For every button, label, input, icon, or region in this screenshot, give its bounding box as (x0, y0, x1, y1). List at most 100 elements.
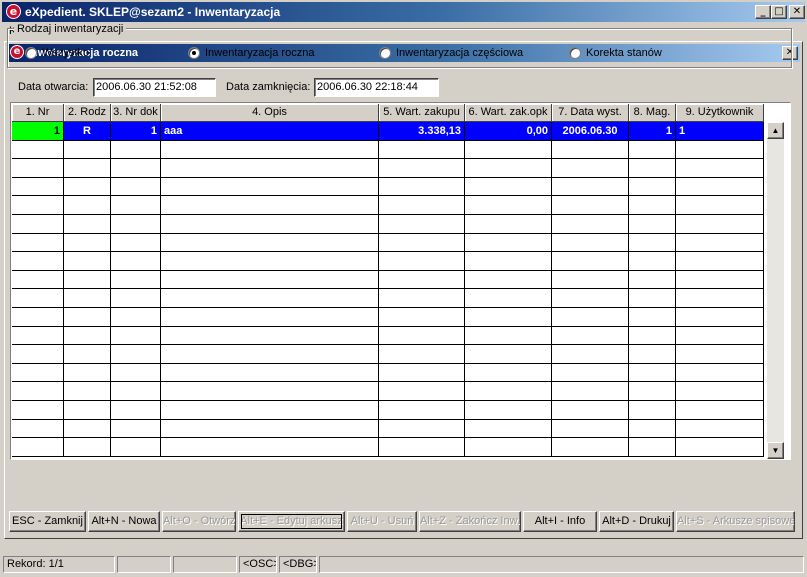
empty-cell[interactable] (111, 327, 161, 345)
vertical-scrollbar[interactable]: ▲ ▼ (767, 122, 784, 459)
empty-cell[interactable] (676, 215, 764, 234)
empty-cell[interactable] (64, 345, 111, 364)
empty-cell[interactable] (629, 420, 676, 438)
empty-cell[interactable] (676, 308, 764, 327)
empty-cell[interactable] (676, 420, 764, 438)
empty-cell[interactable] (629, 308, 676, 327)
empty-cell[interactable] (12, 289, 64, 308)
empty-cell[interactable] (12, 364, 64, 382)
empty-cell[interactable] (12, 401, 64, 420)
empty-cell[interactable] (676, 141, 764, 159)
empty-cell[interactable] (161, 382, 379, 401)
empty-cell[interactable] (64, 420, 111, 438)
empty-cell[interactable] (629, 289, 676, 308)
empty-cell[interactable] (161, 178, 379, 196)
column-header[interactable]: 2. Rodz (64, 104, 111, 122)
empty-cell[interactable] (111, 178, 161, 196)
empty-cell[interactable] (161, 252, 379, 271)
empty-cell[interactable] (629, 159, 676, 178)
empty-cell[interactable] (465, 271, 552, 289)
maximize-button[interactable]: □ (771, 5, 787, 19)
empty-cell[interactable] (552, 289, 629, 308)
empty-cell[interactable] (379, 382, 465, 401)
empty-cell[interactable] (12, 159, 64, 178)
empty-cell[interactable] (552, 234, 629, 252)
empty-cell[interactable] (465, 196, 552, 215)
close-date-field[interactable]: 2006.06.30 22:18:44 (314, 78, 439, 97)
empty-cell[interactable] (111, 141, 161, 159)
empty-cell[interactable] (111, 289, 161, 308)
table-cell[interactable]: 1 (676, 122, 764, 141)
empty-cell[interactable] (676, 289, 764, 308)
empty-cell[interactable] (161, 141, 379, 159)
empty-cell[interactable] (379, 345, 465, 364)
empty-cell[interactable] (161, 420, 379, 438)
empty-cell[interactable] (64, 252, 111, 271)
empty-cell[interactable] (64, 289, 111, 308)
function-button-5[interactable]: Alt+U - Usuń (347, 511, 417, 532)
empty-cell[interactable] (465, 289, 552, 308)
empty-cell[interactable] (12, 215, 64, 234)
empty-cell[interactable] (552, 271, 629, 289)
empty-cell[interactable] (64, 215, 111, 234)
empty-cell[interactable] (465, 308, 552, 327)
table-cell[interactable]: R (64, 122, 111, 141)
table-cell[interactable]: 1 (12, 122, 64, 141)
empty-cell[interactable] (64, 159, 111, 178)
empty-cell[interactable] (379, 234, 465, 252)
empty-cell[interactable] (111, 401, 161, 420)
table-cell[interactable]: 3.338,13 (379, 122, 465, 141)
empty-cell[interactable] (552, 215, 629, 234)
empty-cell[interactable] (111, 345, 161, 364)
empty-cell[interactable] (64, 327, 111, 345)
empty-cell[interactable] (161, 364, 379, 382)
window-titlebar[interactable]: e eXpedient. SKLEP@sezam2 - Inwentaryzac… (2, 2, 805, 22)
empty-cell[interactable] (379, 289, 465, 308)
empty-cell[interactable] (629, 178, 676, 196)
empty-cell[interactable] (629, 327, 676, 345)
empty-cell[interactable] (161, 271, 379, 289)
empty-cell[interactable] (465, 252, 552, 271)
empty-cell[interactable] (552, 401, 629, 420)
empty-cell[interactable] (111, 234, 161, 252)
empty-cell[interactable] (64, 308, 111, 327)
empty-cell[interactable] (552, 308, 629, 327)
empty-cell[interactable] (379, 159, 465, 178)
empty-cell[interactable] (465, 401, 552, 420)
close-button[interactable]: ✕ (789, 5, 805, 19)
empty-cell[interactable] (12, 141, 64, 159)
empty-cell[interactable] (111, 196, 161, 215)
empty-cell[interactable] (629, 271, 676, 289)
empty-cell[interactable] (629, 141, 676, 159)
function-button-6[interactable]: Alt+Z - Zakończ Inw. (419, 511, 521, 532)
column-header[interactable]: 7. Data wyst. (552, 104, 629, 122)
empty-cell[interactable] (465, 159, 552, 178)
empty-cell[interactable] (12, 382, 64, 401)
empty-cell[interactable] (111, 364, 161, 382)
table-cell[interactable]: 2006.06.30 (552, 122, 629, 141)
empty-cell[interactable] (161, 308, 379, 327)
empty-cell[interactable] (552, 345, 629, 364)
open-date-field[interactable]: 2006.06.30 21:52:08 (93, 78, 216, 97)
empty-cell[interactable] (111, 215, 161, 234)
empty-cell[interactable] (12, 252, 64, 271)
empty-cell[interactable] (379, 215, 465, 234)
empty-cell[interactable] (64, 178, 111, 196)
column-header[interactable]: 8. Mag. (629, 104, 676, 122)
empty-cell[interactable] (12, 196, 64, 215)
minimize-button[interactable]: _ (755, 5, 771, 19)
empty-cell[interactable] (676, 196, 764, 215)
empty-cell[interactable] (465, 345, 552, 364)
empty-cell[interactable] (676, 327, 764, 345)
empty-cell[interactable] (111, 271, 161, 289)
empty-cell[interactable] (676, 234, 764, 252)
empty-cell[interactable] (465, 438, 552, 457)
empty-cell[interactable] (629, 438, 676, 457)
table-cell[interactable]: 1 (111, 122, 161, 141)
empty-cell[interactable] (379, 252, 465, 271)
empty-cell[interactable] (161, 234, 379, 252)
empty-cell[interactable] (465, 420, 552, 438)
empty-cell[interactable] (465, 364, 552, 382)
empty-cell[interactable] (552, 178, 629, 196)
empty-cell[interactable] (64, 364, 111, 382)
